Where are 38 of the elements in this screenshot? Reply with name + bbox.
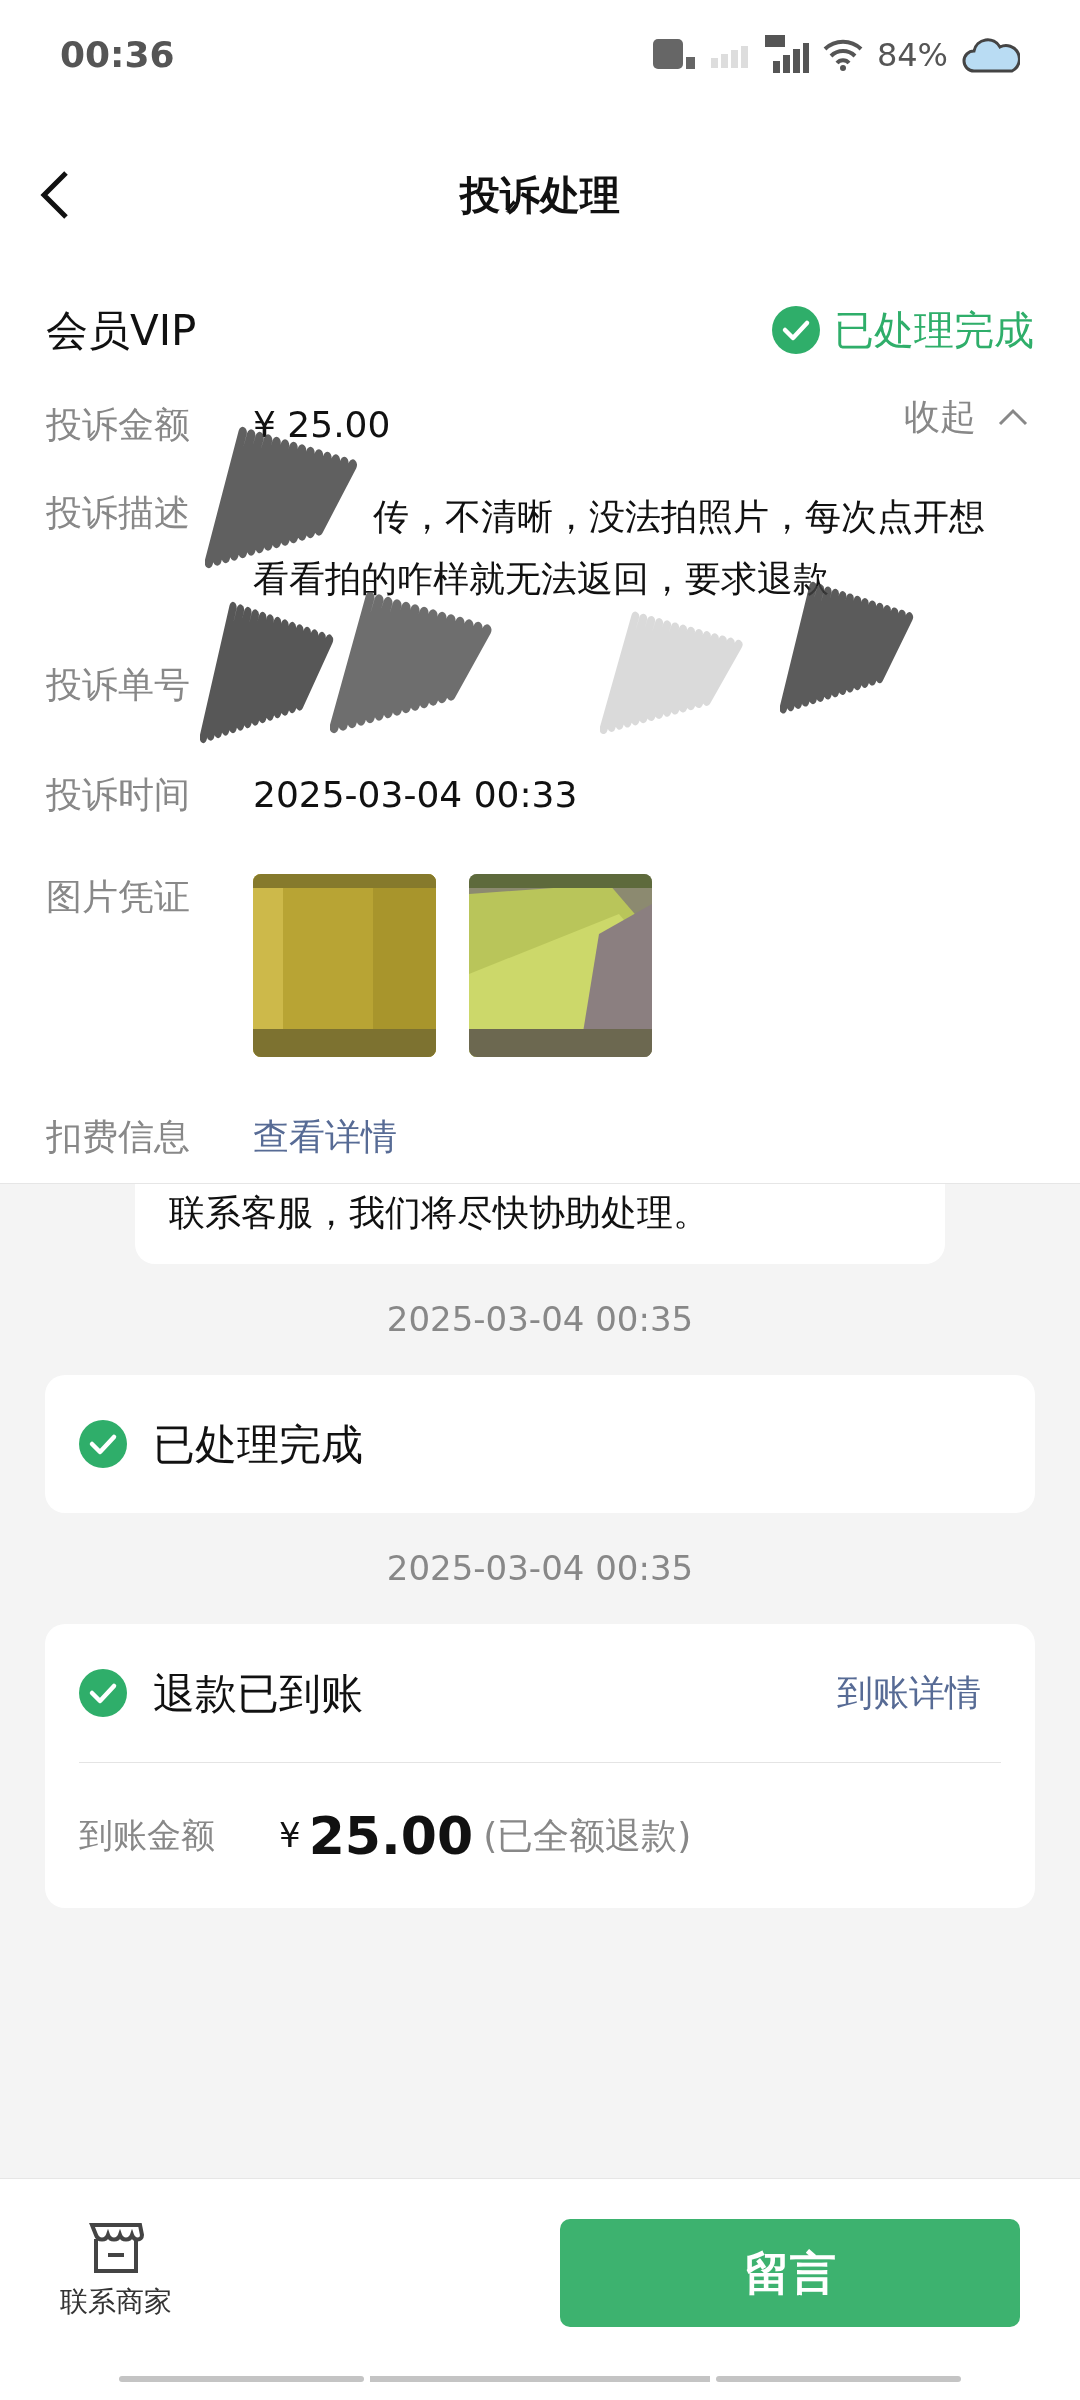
message-text: 联系客服，我们将尽快协助处理。 [169,1192,709,1233]
cloud-icon [962,35,1020,75]
product-name: 会员VIP [46,304,197,357]
field-label: 扣费信息 [46,1115,191,1159]
field-label: 投诉描述 [46,491,191,535]
chevron-up-icon [998,408,1028,426]
page-title: 投诉处理 [460,171,620,220]
hd-icon [652,39,697,71]
check-circle-icon [772,306,820,354]
check-circle-icon [79,1669,127,1717]
status-text: 已处理完成 [834,306,1034,355]
arrival-details-link[interactable]: 到账详情 [837,1666,981,1720]
signal-5g-icon [764,35,809,75]
field-label: 投诉金额 [46,403,191,447]
event-title: 退款已到账 [153,1667,363,1720]
back-icon [40,169,70,221]
currency-symbol: ¥ [279,1814,301,1857]
field-label: 投诉时间 [46,773,191,817]
battery-percent: 84% [876,35,948,76]
status-time: 00:36 [60,33,175,77]
view-details-link[interactable]: 查看详情 [253,1110,397,1164]
description-text: 看看拍的咋样就无法返回，要求退款 [253,557,829,601]
contact-merchant-button[interactable]: 联系商家 [60,2219,172,2323]
event-title: 已处理完成 [153,1418,363,1471]
event-time: 2025-03-04 00:35 [386,1298,694,1341]
refund-amount: 25.00 [308,1804,474,1868]
check-circle-icon [79,1420,127,1468]
description-text: 传，不清晰，没法拍照片，每次点开想 [372,495,985,539]
leave-message-button[interactable]: 留言 [560,2219,1020,2327]
field-label: 图片凭证 [46,875,191,919]
amount-label: 到账金额 [79,1814,216,1857]
refund-note: (已全额退款) [483,1813,692,1858]
wifi-icon [822,39,863,71]
event-time: 2025-03-04 00:35 [386,1547,694,1590]
field-value: 2025-03-04 00:33 [253,773,578,817]
collapse-button[interactable]: 收起 [904,390,1028,444]
field-value: ¥ 25.00 [253,403,391,447]
field-label: 投诉单号 [46,663,191,707]
